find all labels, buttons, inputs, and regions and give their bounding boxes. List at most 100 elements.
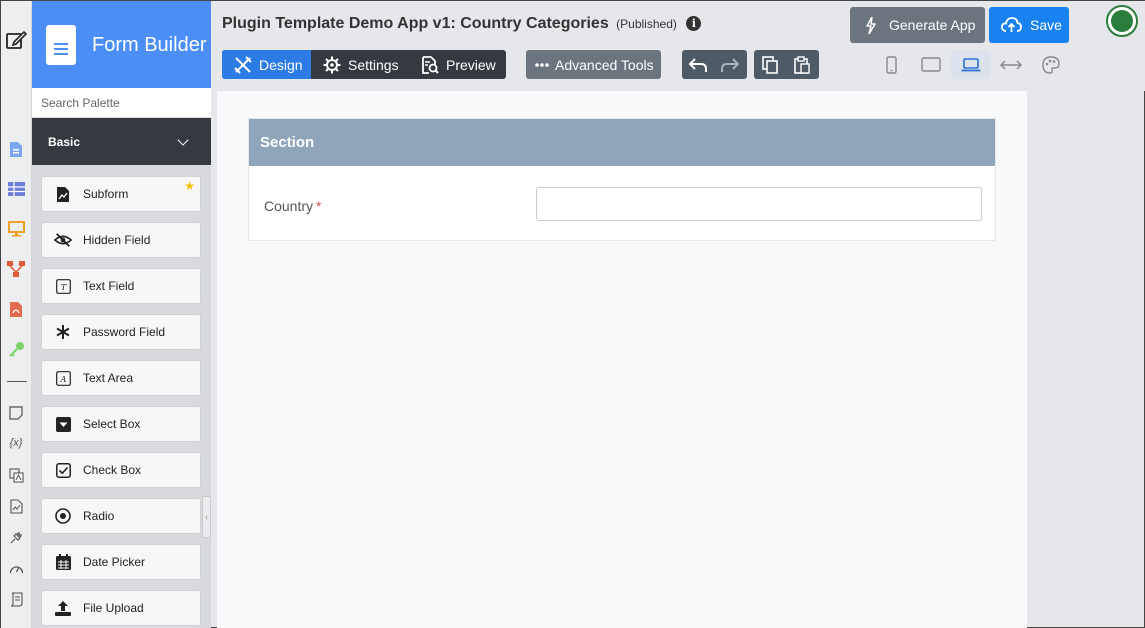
expand-width-icon [1000,59,1022,71]
asterisk-icon [54,323,72,341]
tab-settings[interactable]: Settings [311,50,409,79]
upload-icon [54,599,72,617]
country-input[interactable] [536,187,982,221]
country-field-label: Country * [264,198,321,214]
form-canvas: Section Country * [217,91,1027,628]
form-builder-title: Form Builder [92,33,207,56]
select-box-icon [54,415,72,433]
palette-icon [1042,55,1060,74]
undo-button[interactable] [682,50,714,79]
palette-item-label: Select Box [83,417,141,431]
more-dots-icon [535,62,549,67]
tablet-view-button[interactable] [911,50,951,79]
mode-tabs: Design Settings Preview [222,50,506,79]
theme-button[interactable] [1031,50,1071,79]
script-icon[interactable] [7,590,25,608]
palette-item-label: Hidden Field [83,233,151,247]
table-icon[interactable] [7,180,25,198]
phone-view-button[interactable] [871,50,911,79]
palette-item-subform[interactable]: Subform ★ [41,176,201,212]
required-marker: * [316,198,322,214]
section-header[interactable]: Section [249,119,995,166]
monitor-icon[interactable] [7,220,25,238]
phone-icon [885,55,897,74]
tab-design[interactable]: Design [222,50,311,79]
paste-icon [794,55,810,74]
edit-icon[interactable] [5,29,27,51]
calendar-icon [54,553,72,571]
key-icon[interactable] [7,340,25,358]
palette-item-text-area[interactable]: A Text Area [41,360,201,396]
dashboard-icon[interactable] [7,559,25,577]
category-basic-toggle[interactable]: Basic [32,118,211,165]
palette-item-hidden-field[interactable]: Hidden Field [41,222,201,258]
palette-item-file-upload[interactable]: File Upload [41,590,201,626]
palette-item-text-field[interactable]: T Text Field [41,268,201,304]
checkbox-icon [54,461,72,479]
gear-icon [323,56,341,74]
redo-button[interactable] [714,50,746,79]
eye-slash-icon [54,231,72,249]
variable-icon[interactable]: {x} [7,434,25,452]
palette-item-label: Subform [83,187,129,201]
palette-item-label: File Upload [83,601,144,615]
top-toolbar: Plugin Template Demo App v1: Country Cat… [211,1,1145,91]
palette-item-radio[interactable]: Radio [41,498,201,534]
cloud-upload-icon [1001,17,1022,33]
paste-button[interactable] [786,50,818,79]
undo-redo-group [682,50,747,79]
bolt-icon [866,16,876,34]
report-icon[interactable] [7,497,25,515]
tab-label: Design [259,56,303,73]
pdf-icon[interactable] [7,300,25,318]
app-title-row: Plugin Template Demo App v1: Country Cat… [222,15,702,33]
svg-text:T: T [60,283,66,292]
palette-item-label: Radio [83,509,115,523]
palette-item-date-picker[interactable]: Date Picker [41,544,201,580]
copy-button[interactable] [754,50,786,79]
page-title: Plugin Template Demo App v1: Country Cat… [222,15,609,32]
laptop-view-button[interactable] [951,50,991,79]
form-section[interactable]: Section Country * [248,118,996,241]
palette-item-label: Text Field [83,279,135,293]
radio-icon [54,507,72,525]
laptop-icon [961,57,981,72]
note-icon[interactable] [7,404,25,422]
plugin-icon[interactable] [7,528,25,546]
preview-icon [421,55,439,74]
palette-item-label: Date Picker [83,555,146,569]
flow-icon[interactable] [7,260,25,278]
generate-app-label: Generate App [889,17,976,33]
save-button[interactable]: Save [989,7,1069,43]
tab-label: Settings [348,56,399,73]
avatar-image [1111,10,1133,32]
palette-item-password-field[interactable]: Password Field [41,314,201,350]
collapse-palette-handle[interactable]: ‹ [202,496,211,538]
search-palette-input[interactable]: Search Palette [32,88,211,118]
full-width-view-button[interactable] [991,50,1031,79]
field-label-text: Country [264,198,314,214]
advanced-tools-label: Advanced Tools [555,56,654,73]
palette-item-check-box[interactable]: Check Box [41,452,201,488]
form-builder-logo-icon [46,24,76,65]
chevron-down-icon [177,134,189,146]
form-builder-header: Form Builder [32,1,211,88]
device-preview-toggles [871,50,1071,79]
status-badge: (Published) [616,17,677,31]
tab-preview[interactable]: Preview [409,50,506,79]
document-icon[interactable] [7,140,25,158]
subform-icon [54,185,72,203]
info-icon[interactable]: i [686,16,702,31]
tablet-icon [921,57,941,72]
palette-item-select-box[interactable]: Select Box [41,406,201,442]
palette-list: Subform ★ Hidden Field T Text Field Pass… [32,165,211,628]
translate-icon[interactable] [7,466,25,484]
copy-paste-group [754,50,819,79]
palette-item-label: Check Box [83,463,142,477]
advanced-tools-button[interactable]: Advanced Tools [526,50,661,79]
text-area-icon: A [54,369,72,387]
generate-app-button[interactable]: Generate App [850,7,985,43]
undo-icon [689,57,707,73]
star-icon: ★ [184,179,195,193]
avatar[interactable] [1106,5,1138,37]
